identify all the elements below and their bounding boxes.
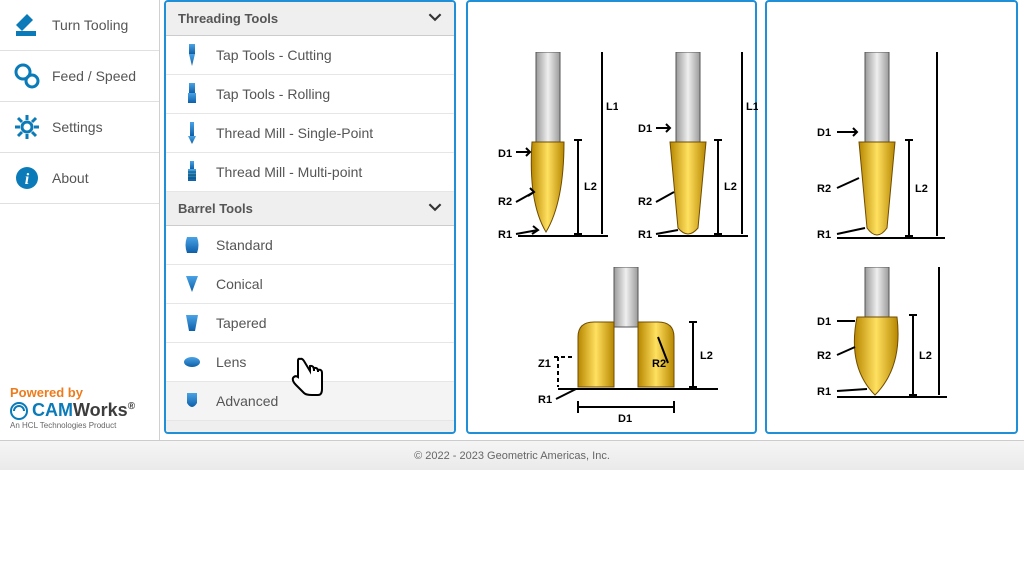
nav-label: Feed / Speed xyxy=(52,68,136,84)
svg-text:R1: R1 xyxy=(817,229,831,241)
svg-text:L2: L2 xyxy=(584,181,597,193)
footer-text: © 2022 - 2023 Geometric Americas, Inc. xyxy=(414,450,610,462)
item-label: Standard xyxy=(216,237,273,253)
nav-feed-speed[interactable]: Feed / Speed xyxy=(0,51,159,102)
feed-speed-icon xyxy=(12,61,42,91)
item-label: Advanced xyxy=(216,393,278,409)
item-tap-rolling[interactable]: Tap Tools - Rolling xyxy=(166,75,454,114)
svg-text:L2: L2 xyxy=(724,181,737,193)
turn-tooling-icon xyxy=(12,10,42,40)
tool-diagram: D1 R2 R1 L2 xyxy=(787,267,967,427)
item-tap-cutting[interactable]: Tap Tools - Cutting xyxy=(166,36,454,75)
barrel-advanced-icon xyxy=(182,390,202,412)
item-label: Lens xyxy=(216,354,246,370)
tool-diagram: D1 R2 R1 L2 L1 xyxy=(618,52,758,252)
nav-settings[interactable]: Settings xyxy=(0,102,159,153)
thread-mill-multi-icon xyxy=(182,161,202,183)
svg-text:D1: D1 xyxy=(817,316,831,328)
nav-label: Settings xyxy=(52,119,103,135)
item-barrel-advanced[interactable]: Advanced xyxy=(166,382,454,421)
svg-text:R2: R2 xyxy=(652,358,666,370)
chevron-down-icon xyxy=(428,10,442,27)
item-barrel-lens[interactable]: Lens xyxy=(166,343,454,382)
tool-diagram: D1 R2 R1 L2 L1 xyxy=(478,52,618,252)
nav-about[interactable]: i About xyxy=(0,153,159,204)
powered-by-label: Powered by xyxy=(10,385,149,400)
item-thread-mill-single[interactable]: Thread Mill - Single-Point xyxy=(166,114,454,153)
camworks-logo: CAMWorks® xyxy=(10,400,149,421)
tool-diagram: D1 R2 R1 L2 xyxy=(787,52,967,252)
item-label: Thread Mill - Multi-point xyxy=(216,164,362,180)
barrel-conical-icon xyxy=(182,273,202,295)
item-barrel-conical[interactable]: Conical xyxy=(166,265,454,304)
nav-label: About xyxy=(52,170,89,186)
item-barrel-tapered[interactable]: Tapered xyxy=(166,304,454,343)
svg-text:Z1: Z1 xyxy=(538,358,551,370)
left-nav: Turn Tooling Feed / Speed Settings i Abo… xyxy=(0,0,160,440)
barrel-standard-icon xyxy=(182,234,202,256)
brand-subtitle: An HCL Technologies Product xyxy=(10,421,149,430)
item-label: Thread Mill - Single-Point xyxy=(216,125,373,141)
tap-rolling-icon xyxy=(182,83,202,105)
nav-turn-tooling[interactable]: Turn Tooling xyxy=(0,0,159,51)
svg-text:R2: R2 xyxy=(498,196,512,208)
svg-text:L2: L2 xyxy=(700,350,713,362)
svg-text:R2: R2 xyxy=(817,350,831,362)
thread-mill-single-icon xyxy=(182,122,202,144)
svg-text:i: i xyxy=(25,171,30,188)
svg-text:L2: L2 xyxy=(919,350,932,362)
item-label: Tap Tools - Rolling xyxy=(216,86,330,102)
svg-text:R1: R1 xyxy=(638,229,652,241)
footer: © 2022 - 2023 Geometric Americas, Inc. xyxy=(0,440,1024,470)
tap-cutting-icon xyxy=(182,44,202,66)
group-label: Threading Tools xyxy=(178,11,278,26)
item-thread-mill-multi[interactable]: Thread Mill - Multi-point xyxy=(166,153,454,192)
gear-icon xyxy=(12,112,42,142)
chevron-down-icon xyxy=(428,200,442,217)
powered-by: Powered by CAMWorks® An HCL Technologies… xyxy=(0,379,159,440)
svg-text:R2: R2 xyxy=(817,183,831,195)
item-barrel-standard[interactable]: Standard xyxy=(166,226,454,265)
tool-diagram: Z1 R1 R2 L2 D1 xyxy=(518,267,738,427)
barrel-tapered-icon xyxy=(182,312,202,334)
diagram-panels: D1 R2 R1 L2 L1 D1 R2 R1 xyxy=(460,0,1024,440)
svg-text:L2: L2 xyxy=(915,183,928,195)
item-label: Tapered xyxy=(216,315,267,331)
svg-text:D1: D1 xyxy=(638,123,652,135)
diagram-card-2: D1 R2 R1 L2 D1 R2 R1 L xyxy=(765,0,1018,434)
group-label: Barrel Tools xyxy=(178,201,253,216)
item-label: Tap Tools - Cutting xyxy=(216,47,332,63)
tool-tree: Threading Tools Tap Tools - Cutting Tap … xyxy=(164,0,456,434)
group-label: Probes xyxy=(178,430,222,434)
svg-text:R1: R1 xyxy=(498,229,512,241)
svg-text:L1: L1 xyxy=(746,101,758,113)
diagram-card-1: D1 R2 R1 L2 L1 D1 R2 R1 xyxy=(466,0,757,434)
svg-text:R2: R2 xyxy=(638,196,652,208)
info-icon: i xyxy=(12,163,42,193)
group-barrel-tools[interactable]: Barrel Tools xyxy=(166,192,454,226)
group-probes[interactable]: Probes xyxy=(166,421,454,434)
svg-text:D1: D1 xyxy=(498,148,512,160)
group-threading-tools[interactable]: Threading Tools xyxy=(166,2,454,36)
svg-text:D1: D1 xyxy=(618,413,632,425)
chevron-down-icon xyxy=(428,429,442,434)
svg-text:R1: R1 xyxy=(538,394,552,406)
barrel-lens-icon xyxy=(182,351,202,373)
svg-text:L1: L1 xyxy=(606,101,618,113)
svg-text:D1: D1 xyxy=(817,127,831,139)
nav-label: Turn Tooling xyxy=(52,17,128,33)
svg-text:R1: R1 xyxy=(817,386,831,398)
item-label: Conical xyxy=(216,276,263,292)
